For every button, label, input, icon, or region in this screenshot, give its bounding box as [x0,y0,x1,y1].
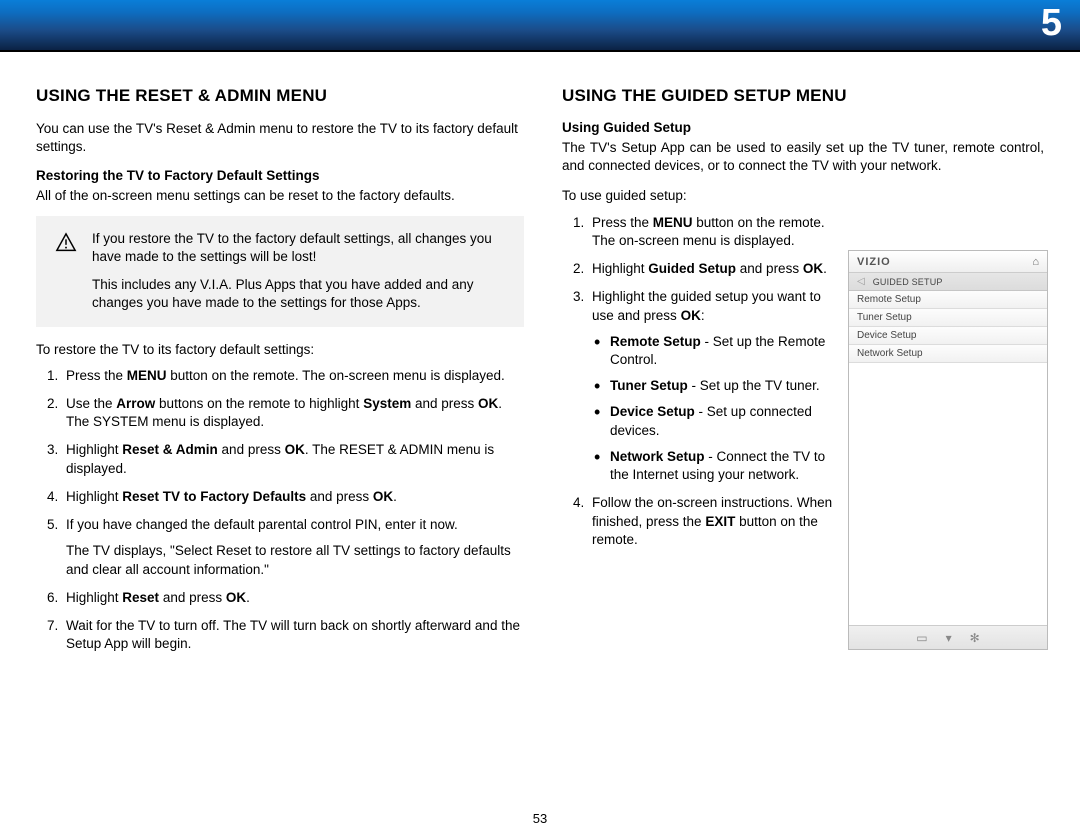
step-5: If you have changed the default parental… [62,516,524,579]
osd-item-network: Network Setup [849,345,1047,363]
step-5-para: The TV displays, "Select Reset to restor… [66,542,524,578]
home-icon: ⌂ [1032,256,1039,268]
right-steps: Press the MENU button on the remote. The… [588,214,840,549]
chevron-down-icon: ▾ [946,631,952,645]
bullet-remote: Remote Setup - Set up the Remote Control… [594,333,840,369]
osd-item-device: Device Setup [849,327,1047,345]
rstep-4: Follow the on-screen instructions. When … [588,494,840,549]
rstep-2: Highlight Guided Setup and press OK. [588,260,840,278]
bullet-tuner: Tuner Setup - Set up the TV tuner. [594,377,840,395]
step-1: Press the MENU button on the remote. The… [62,367,524,385]
osd-logo: VIZIO [857,256,891,268]
callout-paragraph-2: This includes any V.I.A. Plus Apps that … [92,276,506,312]
chapter-number: 5 [1041,2,1062,45]
step-7: Wait for the TV to turn off. The TV will… [62,617,524,653]
callout-paragraph-1: If you restore the TV to the factory def… [92,230,506,266]
left-steps: Press the MENU button on the remote. The… [62,367,524,654]
chapter-header-band: 5 [0,0,1080,52]
left-heading: USING THE RESET & ADMIN MENU [36,86,524,106]
restore-intro: To restore the TV to its factory default… [36,341,524,359]
warning-callout: If you restore the TV to the factory def… [36,216,524,327]
bullet-network: Network Setup - Connect the TV to the In… [594,448,840,484]
warning-icon [54,230,78,313]
right-column: USING THE GUIDED SETUP MENU Using Guided… [562,86,1044,663]
left-column: USING THE RESET & ADMIN MENU You can use… [36,86,524,663]
right-heading: USING THE GUIDED SETUP MENU [562,86,1044,106]
back-icon: ◁ [857,276,865,287]
bullet-device: Device Setup - Set up connected devices. [594,403,840,439]
right-intro: The TV's Setup App can be used to easily… [562,139,1044,175]
right-subhead: Using Guided Setup [562,120,1044,135]
left-subintro: All of the on-screen menu settings can b… [36,187,524,205]
page-number-bottom: 53 [0,811,1080,826]
rstep-3: Highlight the guided setup you want to u… [588,288,840,484]
osd-item-remote: Remote Setup [849,291,1047,309]
wide-icon: ▭ [916,631,927,645]
osd-panel: VIZIO ⌂ ◁ GUIDED SETUP Remote Setup Tune… [848,250,1048,650]
step-3: Highlight Reset & Admin and press OK. Th… [62,441,524,477]
right-use-intro: To use guided setup: [562,187,1044,205]
step-6: Highlight Reset and press OK. [62,589,524,607]
osd-item-tuner: Tuner Setup [849,309,1047,327]
gear-icon: ✻ [970,631,980,645]
left-intro: You can use the TV's Reset & Admin menu … [36,120,524,156]
step-2: Use the Arrow buttons on the remote to h… [62,395,524,431]
step-4: Highlight Reset TV to Factory Defaults a… [62,488,524,506]
left-subhead: Restoring the TV to Factory Default Sett… [36,168,524,183]
rstep-1: Press the MENU button on the remote. The… [588,214,840,250]
osd-title: GUIDED SETUP [873,277,943,287]
